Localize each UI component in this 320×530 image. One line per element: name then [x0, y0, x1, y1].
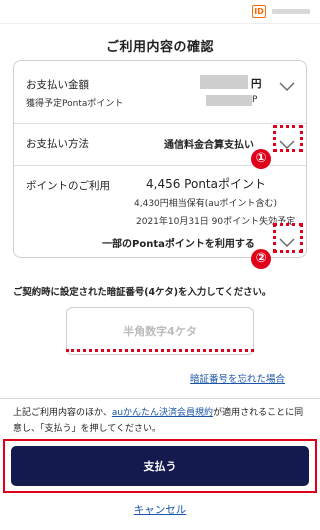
points-usage-label: ポイントのご利用 [26, 180, 110, 192]
points-balance: 4,456 Pontaポイント [146, 177, 266, 191]
amount-unit: 円 [251, 78, 262, 90]
points-equivalent: 4,430円相当保有(auポイント含む) [134, 199, 278, 209]
annotation-marker-1: ① [251, 149, 271, 169]
terms-text: 上記ご利用内容のほか、auかんたん決済会員規約が適用されることに同意し、「支払う… [13, 405, 309, 437]
page-title: ご利用内容の確認 [105, 40, 214, 55]
annotation-box-1 [273, 125, 303, 152]
pin-instruction: ご契約時に設定された暗証番号(4ケタ)を入力してください。 [13, 287, 272, 298]
pay-button[interactable]: 支払う [11, 446, 309, 486]
redacted-amount [200, 75, 248, 89]
annotation-marker-2: ② [251, 249, 271, 269]
pin-input[interactable] [66, 307, 254, 355]
chevron-down-icon[interactable] [279, 82, 295, 92]
points-unit: P [252, 95, 258, 105]
card-divider [14, 123, 306, 124]
member-terms-link[interactable]: auかんたん決済会員規約 [112, 408, 213, 418]
amount-label: お支払い金額 [26, 79, 89, 91]
annotation-underline [66, 349, 254, 352]
cancel-link[interactable]: キャンセル [134, 504, 187, 516]
partial-points-option[interactable]: 一部のPontaポイントを利用する [102, 235, 255, 250]
redacted-points [206, 95, 252, 106]
top-bar: ID [0, 0, 320, 24]
payment-method-label: お支払い方法 [26, 138, 89, 150]
cancel-wrapper: キャンセル [0, 502, 320, 517]
points-expiry: 2021年10月31日 90ポイント失効予定 [136, 217, 296, 227]
section-divider [0, 398, 320, 399]
id-badge: ID [252, 5, 266, 18]
payment-method-value: 通信料金合算支払い [164, 140, 254, 151]
redacted-user-id [272, 9, 310, 14]
points-earned-label: 獲得予定Pontaポイント [26, 99, 124, 109]
annotation-box-2 [273, 223, 303, 253]
terms-prefix: 上記ご利用内容のほか、 [13, 408, 112, 418]
forgot-pin-link[interactable]: 暗証番号を忘れた場合 [190, 371, 285, 385]
